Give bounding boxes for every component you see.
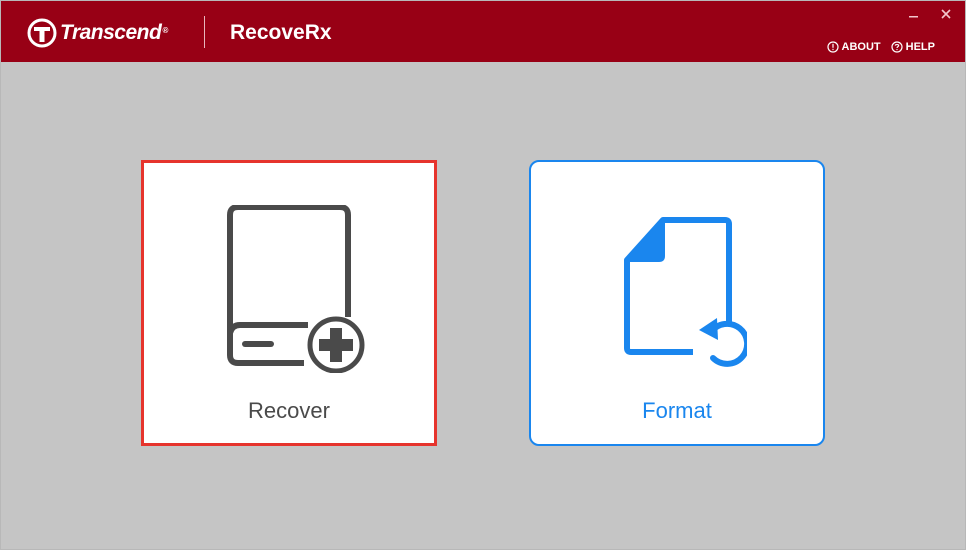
app-window: Transcend® RecoveRx ABOUT HELP Recover F… <box>0 0 966 550</box>
recover-label: Recover <box>248 398 330 423</box>
minimize-icon[interactable] <box>907 7 921 21</box>
title-bar: Transcend® RecoveRx ABOUT HELP <box>1 1 965 62</box>
transcend-logo-icon <box>27 18 57 48</box>
brand-text: Transcend <box>60 21 162 44</box>
about-label: ABOUT <box>841 41 881 53</box>
question-circle-icon <box>891 41 903 53</box>
top-links: ABOUT HELP <box>826 41 935 53</box>
transcend-logo: Transcend® <box>27 18 168 48</box>
help-label: HELP <box>905 41 935 53</box>
recover-card[interactable]: Recover <box>141 160 437 446</box>
document-restore-icon <box>624 217 747 367</box>
title-divider <box>204 16 205 48</box>
window-controls <box>907 7 953 21</box>
brand-name: Transcend® <box>60 18 168 48</box>
registered-mark: ® <box>162 26 168 35</box>
format-card[interactable]: Format <box>529 160 825 446</box>
drive-plus-icon <box>227 205 365 373</box>
about-link[interactable]: ABOUT <box>826 41 881 53</box>
help-link[interactable]: HELP <box>891 41 935 53</box>
close-icon[interactable] <box>939 7 953 21</box>
format-label: Format <box>642 398 712 423</box>
app-title: RecoveRx <box>230 21 332 44</box>
info-circle-icon <box>826 41 839 53</box>
